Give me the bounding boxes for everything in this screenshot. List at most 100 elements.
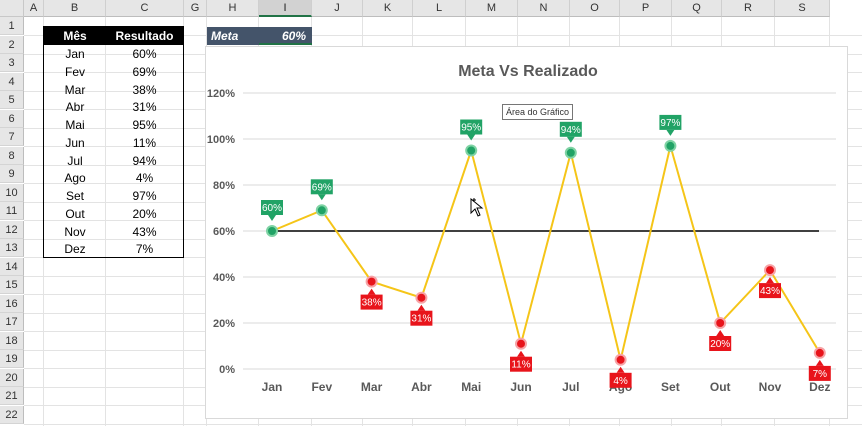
- cell-result[interactable]: 7%: [106, 240, 183, 258]
- series-line: [271, 145, 821, 361]
- x-tick-label: Nov: [759, 380, 782, 394]
- data-label: 38%: [362, 298, 382, 309]
- row-header-16[interactable]: 16: [0, 294, 24, 313]
- cell-month[interactable]: Jul: [44, 152, 106, 170]
- data-label-arrow: [766, 277, 774, 284]
- y-tick-label: 20%: [213, 318, 235, 330]
- column-header-j[interactable]: J: [312, 0, 363, 17]
- y-tick-label: 120%: [207, 88, 235, 100]
- row-header-21[interactable]: 21: [0, 387, 24, 405]
- data-label-arrow: [716, 330, 725, 336]
- column-header-q[interactable]: Q: [672, 0, 722, 17]
- meta-label-cell[interactable]: Meta: [207, 27, 259, 45]
- column-header-h[interactable]: H: [207, 0, 259, 17]
- select-all-corner[interactable]: [0, 0, 24, 17]
- cell-result[interactable]: 4%: [106, 169, 183, 187]
- column-header-o[interactable]: O: [570, 0, 620, 17]
- column-header-k[interactable]: K: [363, 0, 413, 17]
- row-header-18[interactable]: 18: [0, 331, 24, 350]
- x-tick-label: Mar: [361, 380, 383, 394]
- row-header-15[interactable]: 15: [0, 276, 24, 294]
- row-header-19[interactable]: 19: [0, 350, 24, 368]
- column-header-s[interactable]: S: [775, 0, 830, 17]
- row-header-8[interactable]: 8: [0, 146, 24, 165]
- cell-result[interactable]: 31%: [106, 98, 183, 116]
- cell-result[interactable]: 43%: [106, 223, 183, 241]
- cell-result[interactable]: 95%: [106, 116, 183, 134]
- row-header-11[interactable]: 11: [0, 202, 24, 220]
- data-label: 20%: [710, 339, 730, 350]
- cell-month[interactable]: Mai: [44, 116, 106, 134]
- data-label-arrow: [417, 304, 426, 311]
- cell-month[interactable]: Abr: [44, 98, 106, 116]
- cell-result[interactable]: 20%: [106, 205, 183, 223]
- column-header-i[interactable]: I: [259, 0, 312, 17]
- row-header-22[interactable]: 22: [0, 405, 24, 424]
- data-label-arrow: [268, 215, 276, 221]
- data-label: 31%: [411, 314, 431, 325]
- column-header-m[interactable]: M: [466, 0, 518, 17]
- cell-result[interactable]: 60%: [106, 45, 183, 63]
- cell-result[interactable]: 69%: [106, 63, 183, 81]
- chart-title: Meta Vs Realizado: [458, 63, 598, 80]
- data-point-marker: [813, 346, 826, 359]
- row-header-2[interactable]: 2: [0, 35, 24, 54]
- cell-result[interactable]: 11%: [106, 134, 183, 152]
- data-label: 11%: [511, 360, 530, 371]
- x-tick-label: Fev: [311, 380, 332, 394]
- row-header-6[interactable]: 6: [0, 109, 24, 128]
- data-label-arrow: [566, 136, 575, 143]
- row-header-13[interactable]: 13: [0, 239, 24, 257]
- data-point-marker: [714, 317, 727, 329]
- column-header-g[interactable]: G: [184, 0, 207, 17]
- row-header-10[interactable]: 10: [0, 183, 24, 202]
- cell-month[interactable]: Ago: [44, 169, 106, 187]
- cell-month[interactable]: Dez: [44, 240, 106, 258]
- x-tick-label: Out: [710, 380, 731, 394]
- row-header-7[interactable]: 7: [0, 128, 24, 146]
- column-header-n[interactable]: N: [518, 0, 570, 17]
- column-header-a[interactable]: A: [24, 0, 44, 17]
- cell-month[interactable]: Jun: [44, 134, 106, 152]
- data-label-arrow: [517, 350, 525, 357]
- data-label: 7%: [813, 369, 828, 380]
- column-header-b[interactable]: B: [44, 0, 106, 17]
- data-point-marker: [365, 275, 378, 288]
- move-cursor-icon: [470, 198, 484, 217]
- cell-month[interactable]: Jan: [44, 45, 106, 63]
- cell-month[interactable]: Nov: [44, 223, 106, 241]
- column-header-c[interactable]: C: [106, 0, 184, 17]
- data-point-marker: [764, 264, 776, 277]
- column-header-r[interactable]: R: [722, 0, 775, 17]
- row-header-20[interactable]: 20: [0, 368, 24, 387]
- meta-value-cell[interactable]: 60%: [259, 27, 312, 45]
- cell-result[interactable]: 38%: [106, 81, 183, 99]
- line-chart[interactable]: Meta Vs Realizado 0% 20% 40% 60% 80% 100% 120% J…: [206, 47, 849, 420]
- row-header-4[interactable]: 4: [0, 72, 24, 91]
- data-point-marker: [315, 204, 328, 217]
- row-header-9[interactable]: 9: [0, 165, 24, 183]
- data-point-marker: [664, 139, 677, 152]
- row-header-17[interactable]: 17: [0, 313, 24, 331]
- chart-area[interactable]: Meta Vs Realizado 0% 20% 40% 60% 80% 100% 120% J…: [205, 46, 848, 419]
- x-tick-label: Jan: [262, 380, 283, 394]
- row-header-5[interactable]: 5: [0, 91, 24, 109]
- cell-result[interactable]: 97%: [106, 187, 183, 205]
- data-label: 95%: [461, 123, 481, 134]
- cell-month[interactable]: Fev: [44, 63, 106, 81]
- row-header-3[interactable]: 3: [0, 54, 24, 72]
- cell-result[interactable]: 94%: [106, 152, 183, 170]
- column-header-p[interactable]: P: [620, 0, 672, 17]
- data-label-arrow: [815, 359, 824, 366]
- y-tick-label: 100%: [207, 134, 235, 146]
- data-label-arrow: [317, 194, 326, 201]
- cell-month[interactable]: Mar: [44, 81, 106, 99]
- row-header-14[interactable]: 14: [0, 257, 24, 276]
- row-header-1[interactable]: 1: [0, 17, 24, 35]
- data-label-arrow: [616, 366, 625, 373]
- column-header-l[interactable]: L: [413, 0, 466, 17]
- cell-month[interactable]: Out: [44, 205, 106, 223]
- data-point-marker: [564, 146, 577, 159]
- row-header-12[interactable]: 12: [0, 220, 24, 239]
- cell-month[interactable]: Set: [44, 187, 106, 205]
